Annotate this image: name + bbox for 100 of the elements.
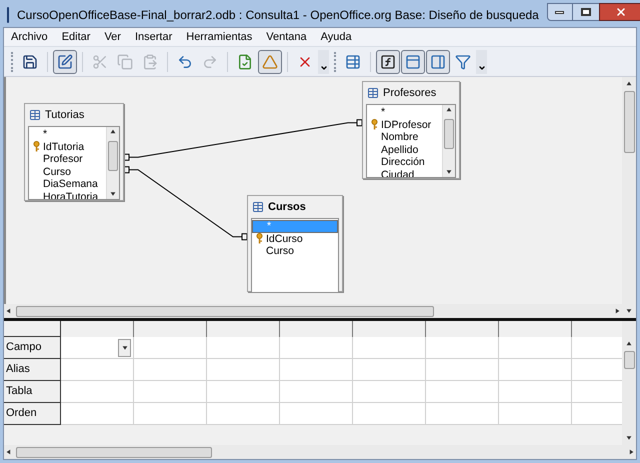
grid-cell[interactable] — [134, 381, 207, 403]
vertical-scrollbar[interactable] — [622, 77, 636, 318]
field-item[interactable]: Apellido — [367, 144, 442, 156]
field-name: DiaSemana — [43, 179, 98, 190]
grid-cell[interactable] — [499, 403, 572, 425]
save-icon — [22, 54, 38, 70]
grid-cell[interactable] — [499, 359, 572, 381]
grid-cell[interactable] — [207, 381, 280, 403]
grid-cell[interactable] — [134, 403, 207, 425]
field-item[interactable]: Dirección — [367, 156, 442, 168]
key-icon — [32, 141, 40, 152]
grid-cell[interactable] — [426, 381, 499, 403]
grid-cell[interactable] — [353, 337, 426, 359]
scrollbar[interactable] — [442, 105, 455, 177]
close-button[interactable] — [598, 3, 640, 21]
dropdown-button[interactable] — [118, 338, 131, 356]
scrollbar[interactable] — [106, 127, 119, 199]
grid-cell[interactable] — [426, 403, 499, 425]
field-item[interactable]: * — [29, 128, 106, 140]
pencil-icon — [57, 54, 73, 70]
menu-item[interactable]: Archivo — [11, 28, 48, 46]
toolbar-overflow-button[interactable] — [318, 50, 329, 74]
table-icon — [252, 201, 264, 213]
grid-cell[interactable] — [353, 403, 426, 425]
menu-item[interactable]: Editar — [62, 28, 90, 46]
menu-item[interactable]: Insertar — [134, 28, 172, 46]
grid-cell[interactable] — [280, 359, 353, 381]
key-icon — [256, 233, 262, 244]
menu-item[interactable]: Ver — [104, 28, 121, 46]
filter-icon — [455, 54, 471, 70]
arrow-left-icon — [6, 308, 12, 314]
table-title: Profesores — [383, 86, 436, 101]
arrow-up-icon — [626, 81, 632, 87]
field-name: IDProfesor — [381, 120, 432, 130]
grid-cell[interactable] — [426, 359, 499, 381]
horizontal-scrollbar[interactable] — [4, 445, 636, 459]
field-item[interactable]: * — [367, 106, 442, 118]
scrollbar-thumb[interactable] — [444, 119, 454, 149]
key-icon — [370, 119, 378, 130]
field-name: IdTutoria — [43, 142, 84, 152]
table-icon — [345, 54, 361, 70]
field-item[interactable]: IDProfesor — [367, 118, 442, 131]
vertical-scrollbar[interactable] — [622, 321, 636, 445]
grid-cell[interactable] — [61, 337, 134, 359]
field-item[interactable]: Nombre — [367, 131, 442, 144]
grid-cell[interactable] — [280, 403, 353, 425]
scrollbar-thumb[interactable] — [624, 351, 634, 369]
grid-cell[interactable] — [353, 381, 426, 403]
caret-icon — [478, 64, 486, 72]
row-header: Campo — [4, 337, 61, 359]
scrollbar-thumb[interactable] — [16, 446, 212, 458]
grid-cell[interactable] — [61, 403, 134, 425]
grid-cell[interactable] — [426, 337, 499, 359]
field-name: Dirección — [381, 157, 425, 168]
grid-cell[interactable] — [61, 359, 134, 381]
table-icon — [367, 87, 379, 99]
grid-cell[interactable] — [207, 337, 280, 359]
scrollbar-thumb[interactable] — [624, 91, 634, 153]
arrow-down-icon — [446, 169, 452, 175]
grid-cell[interactable] — [499, 381, 572, 403]
function-icon — [380, 54, 396, 70]
field-item[interactable]: Curso — [29, 166, 106, 178]
menu-item[interactable]: Ayuda — [320, 28, 352, 46]
arrow-up-icon — [446, 107, 452, 113]
field-item[interactable]: Curso — [252, 245, 338, 258]
field-name: Profesor — [43, 154, 83, 164]
scrollbar-thumb[interactable] — [16, 306, 434, 316]
arrow-right-icon — [628, 449, 634, 455]
grid-cell[interactable] — [499, 337, 572, 359]
scrollbar-thumb[interactable] — [108, 141, 118, 171]
close-icon — [614, 6, 627, 18]
toolbar-button[interactable] — [53, 50, 77, 74]
grid-cell[interactable] — [280, 337, 353, 359]
grid-cell[interactable] — [134, 337, 207, 359]
grid-cell[interactable] — [353, 359, 426, 381]
arrow-down-icon — [626, 435, 632, 441]
table-window[interactable]: Cursos * IdCurso Curso — [247, 195, 343, 292]
grid-cell[interactable] — [134, 359, 207, 381]
field-name: Curso — [266, 246, 294, 256]
grid-cell[interactable] — [61, 381, 134, 403]
field-name: IdCurso — [266, 234, 303, 244]
maximize-button[interactable] — [572, 3, 599, 21]
field-item[interactable]: Profesor — [29, 153, 106, 166]
arrow-down-icon — [122, 344, 128, 350]
field-item[interactable]: IdTutoria — [29, 140, 106, 153]
toolbar-button[interactable] — [376, 50, 400, 74]
field-item[interactable]: IdCurso — [252, 232, 338, 245]
horizontal-scrollbar[interactable] — [4, 304, 622, 318]
menu-item[interactable]: Herramientas — [186, 28, 252, 46]
field-name: * — [381, 107, 386, 118]
minimize-button[interactable] — [546, 3, 573, 21]
arrow-up-icon — [626, 341, 632, 347]
grid-cell[interactable] — [207, 359, 280, 381]
grid-cell[interactable] — [207, 403, 280, 425]
grid-cell[interactable] — [280, 381, 353, 403]
table-title: Cursos — [268, 200, 306, 215]
arrow-right-icon — [614, 308, 620, 314]
field-item[interactable]: DiaSemana — [29, 178, 106, 190]
menu-item[interactable]: Ventana — [266, 28, 307, 46]
toolbar-overflow-button[interactable] — [476, 50, 487, 74]
